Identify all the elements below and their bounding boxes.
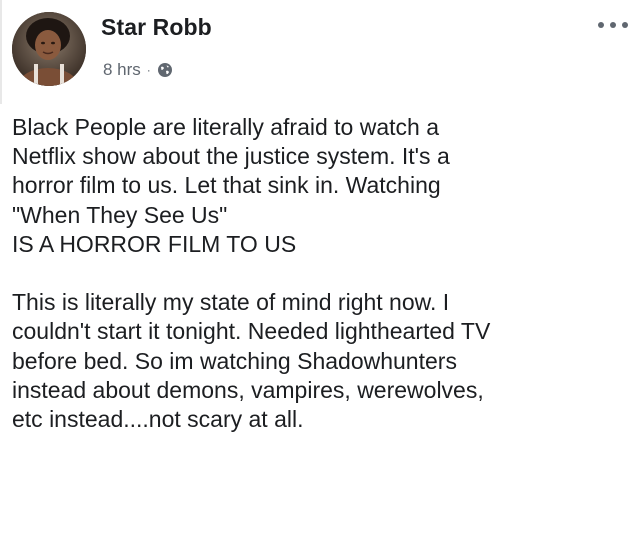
post-text: Black People are literally afraid to wat… xyxy=(12,113,632,434)
text-line: couldn't start it tonight. Needed lighth… xyxy=(12,318,491,345)
separator-dot: · xyxy=(146,63,151,77)
more-options-icon[interactable] xyxy=(598,18,628,32)
text-line: before bed. So im watching Shadowhunters xyxy=(12,347,457,374)
timestamp[interactable]: 8 hrs xyxy=(103,60,141,80)
text-line: instead about demons, vampires, werewolv… xyxy=(12,376,484,403)
text-line: IS A HORROR FILM TO US xyxy=(12,230,297,257)
text-line: etc instead....not scary at all. xyxy=(12,406,304,433)
facebook-post: Star Robb 8 hrs · Black People are liter… xyxy=(0,0,640,536)
profile-photo-image xyxy=(12,12,86,86)
text-line: Netflix show about the justice system. I… xyxy=(12,143,450,170)
dot-icon xyxy=(598,22,604,28)
avatar[interactable] xyxy=(12,12,86,86)
text-line: "When They See Us" xyxy=(12,201,228,228)
text-line: Black People are literally afraid to wat… xyxy=(12,114,439,140)
globe-icon[interactable] xyxy=(157,62,173,78)
text-line: horror film to us. Let that sink in. Wat… xyxy=(12,172,441,199)
dot-icon xyxy=(622,22,628,28)
author-name[interactable]: Star Robb xyxy=(101,14,212,41)
post-meta: 8 hrs · xyxy=(103,59,173,81)
dot-icon xyxy=(610,22,616,28)
text-line: This is literally my state of mind right… xyxy=(12,289,450,316)
divider xyxy=(0,0,2,104)
